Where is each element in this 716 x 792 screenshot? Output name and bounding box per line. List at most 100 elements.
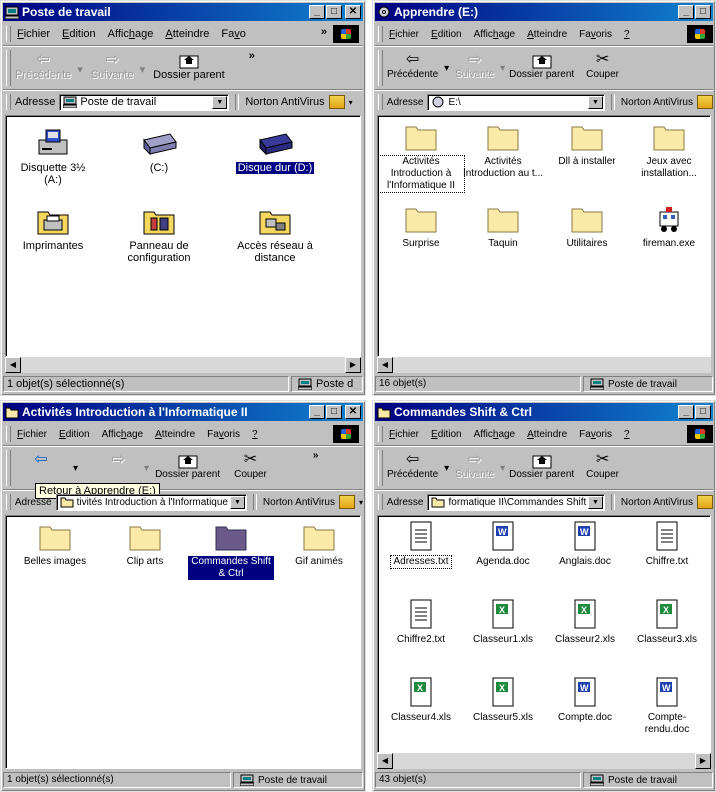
cut-button[interactable]: ✂ Couper	[586, 47, 619, 80]
parent-folder-button[interactable]: Dossier parent	[153, 47, 225, 81]
drive-a-item[interactable]: Disquette 3½ (A:)	[10, 126, 96, 186]
title-bar[interactable]: Apprendre (E:) _ □	[375, 3, 713, 21]
file-item[interactable]: W Anglais.doc	[542, 520, 628, 568]
forward-button[interactable]: ⇨ Suivante	[91, 47, 134, 81]
title-bar[interactable]: Activités Introduction à l'Informatique …	[3, 403, 363, 421]
window-apprendre-e[interactable]: Apprendre (E:) _ □ Fichier Edition Affic…	[372, 0, 716, 396]
maximize-button[interactable]: □	[695, 5, 711, 19]
back-dropdown-arrow[interactable]: ▾	[444, 463, 449, 474]
folder-item[interactable]: Jeux avec installation...	[626, 122, 710, 180]
menu-favoris[interactable]: Favoris	[579, 429, 612, 440]
back-dropdown-arrow[interactable]: ▾	[444, 63, 449, 74]
file-item[interactable]: Chiffre.txt	[624, 520, 710, 568]
back-button[interactable]: ⇦	[15, 447, 67, 469]
parent-folder-button[interactable]: Dossier parent	[509, 47, 574, 80]
toolbar-overflow-chevron[interactable]: »	[249, 50, 255, 62]
maximize-button[interactable]: □	[326, 405, 342, 419]
menu-overflow-chevron[interactable]: »	[321, 26, 327, 38]
exe-item[interactable]: fireman.exe	[626, 204, 710, 250]
horizontal-scrollbar[interactable]: ◀	[377, 357, 711, 373]
forward-dropdown-arrow[interactable]: ▾	[144, 463, 149, 474]
drive-c-item[interactable]: (C:)	[116, 126, 202, 174]
minimize-button[interactable]: _	[678, 5, 694, 19]
file-item[interactable]: W Agenda.doc	[460, 520, 546, 568]
folder-item[interactable]: Activités Introduction au t...	[460, 122, 546, 180]
norton-antivirus-button[interactable]: Norton AntiVirus	[610, 94, 713, 110]
address-dropdown-button[interactable]: ▼	[587, 495, 603, 509]
dial-up-networking-item[interactable]: Accès réseau à distance	[232, 204, 318, 264]
menu-atteindre[interactable]: Atteindre	[527, 429, 567, 440]
scroll-left-button[interactable]: ◀	[377, 753, 393, 769]
folder-item[interactable]: Activités Introduction à l'Informatique …	[378, 122, 465, 193]
file-item[interactable]: X Classeur4.xls	[378, 676, 464, 724]
menu-affichage[interactable]: Affichage	[474, 29, 516, 40]
norton-antivirus-button[interactable]: Norton AntiVirus ▾	[252, 494, 363, 510]
folder-item-selected[interactable]: Commandes Shift & Ctrl	[188, 522, 274, 580]
menu-affichage[interactable]: Affichage	[108, 28, 154, 40]
address-input[interactable]: formatique II\Commandes Shift & Ctrl ▼	[427, 493, 605, 511]
cut-button[interactable]: ✂ Couper	[586, 447, 619, 480]
toolbar-overflow-chevron[interactable]: »	[313, 450, 319, 461]
menu-help[interactable]: ?	[252, 429, 258, 440]
back-button[interactable]: ⇦ Précédente	[387, 447, 438, 480]
address-dropdown-button[interactable]: ▼	[229, 495, 245, 509]
cut-button[interactable]: ✂ Couper	[234, 447, 267, 480]
menu-atteindre[interactable]: Atteindre	[527, 29, 567, 40]
control-panel-item[interactable]: Panneau de configuration	[116, 204, 202, 264]
menu-favoris[interactable]: Favoris	[207, 429, 240, 440]
forward-button[interactable]: ⇨ Suivante	[455, 47, 494, 80]
file-item[interactable]: X Classeur1.xls	[460, 598, 546, 646]
back-dropdown-arrow[interactable]: ▾	[77, 63, 83, 76]
menu-fichier[interactable]: Fichier	[17, 429, 47, 440]
norton-antivirus-button[interactable]: Norton AntiVirus ▾	[235, 94, 353, 110]
back-button[interactable]: ⇦ Précédente	[15, 47, 71, 81]
title-bar[interactable]: Commandes Shift & Ctrl _ □	[375, 403, 713, 421]
menu-edition[interactable]: Edition	[431, 429, 462, 440]
printers-item[interactable]: Imprimantes	[10, 204, 96, 252]
menu-edition[interactable]: Edition	[62, 28, 96, 40]
folder-item[interactable]: Taquin	[460, 204, 546, 250]
scroll-right-button[interactable]: ▶	[695, 753, 711, 769]
minimize-button[interactable]: _	[309, 5, 325, 19]
address-dropdown-button[interactable]: ▼	[587, 95, 603, 109]
window-poste-de-travail[interactable]: Poste de travail _ □ ✕ Fichier Edition A…	[0, 0, 366, 396]
file-item[interactable]: W Compte-rendu.doc	[624, 676, 710, 736]
scroll-left-button[interactable]: ◀	[377, 357, 393, 373]
forward-dropdown-arrow[interactable]: ▾	[500, 63, 505, 74]
back-button[interactable]: ⇦ Précédente	[387, 47, 438, 80]
file-item[interactable]: W Compte.doc	[542, 676, 628, 724]
menu-edition[interactable]: Edition	[59, 429, 90, 440]
menu-atteindre[interactable]: Atteindre	[155, 429, 195, 440]
horizontal-scrollbar[interactable]: ◀ ▶	[5, 357, 361, 373]
address-input[interactable]: tivités Introduction à l'Informatique II…	[55, 493, 247, 511]
menu-fichier[interactable]: Fichier	[17, 28, 50, 40]
horizontal-scrollbar[interactable]: ◀ ▶	[377, 753, 711, 769]
menu-favoris[interactable]: Favoris	[579, 29, 612, 40]
menu-help[interactable]: ?	[624, 29, 630, 40]
address-input[interactable]: E:\ ▼	[427, 93, 605, 111]
file-item[interactable]: X Classeur5.xls	[460, 676, 546, 724]
forward-dropdown-arrow[interactable]: ▾	[140, 63, 146, 76]
menu-help[interactable]: ?	[624, 429, 630, 440]
back-dropdown-arrow[interactable]: ▾	[73, 463, 78, 474]
menu-favoris[interactable]: Favo	[221, 28, 245, 40]
menu-affichage[interactable]: Affichage	[474, 429, 516, 440]
minimize-button[interactable]: _	[678, 405, 694, 419]
close-button[interactable]: ✕	[345, 405, 361, 419]
minimize-button[interactable]: _	[309, 405, 325, 419]
address-dropdown-button[interactable]: ▼	[212, 95, 228, 109]
menu-fichier[interactable]: Fichier	[389, 29, 419, 40]
forward-button[interactable]: ⇨ Suivante	[455, 447, 494, 480]
menu-affichage[interactable]: Affichage	[102, 429, 144, 440]
forward-dropdown-arrow[interactable]: ▾	[500, 463, 505, 474]
window-commandes-shift-ctrl[interactable]: Commandes Shift & Ctrl _ □ Fichier Editi…	[372, 400, 716, 792]
forward-button[interactable]: ⇨	[98, 447, 138, 469]
title-bar[interactable]: Poste de travail _ □ ✕	[3, 3, 363, 21]
folder-item[interactable]: Dll à installer	[544, 122, 630, 168]
folder-item[interactable]: Belles images	[12, 522, 98, 568]
folder-item[interactable]: Clip arts	[102, 522, 188, 568]
parent-folder-button[interactable]: Dossier parent	[509, 447, 574, 480]
scroll-right-button[interactable]: ▶	[345, 357, 361, 373]
file-item[interactable]: X Classeur3.xls	[624, 598, 710, 646]
folder-item[interactable]: Surprise	[378, 204, 464, 250]
